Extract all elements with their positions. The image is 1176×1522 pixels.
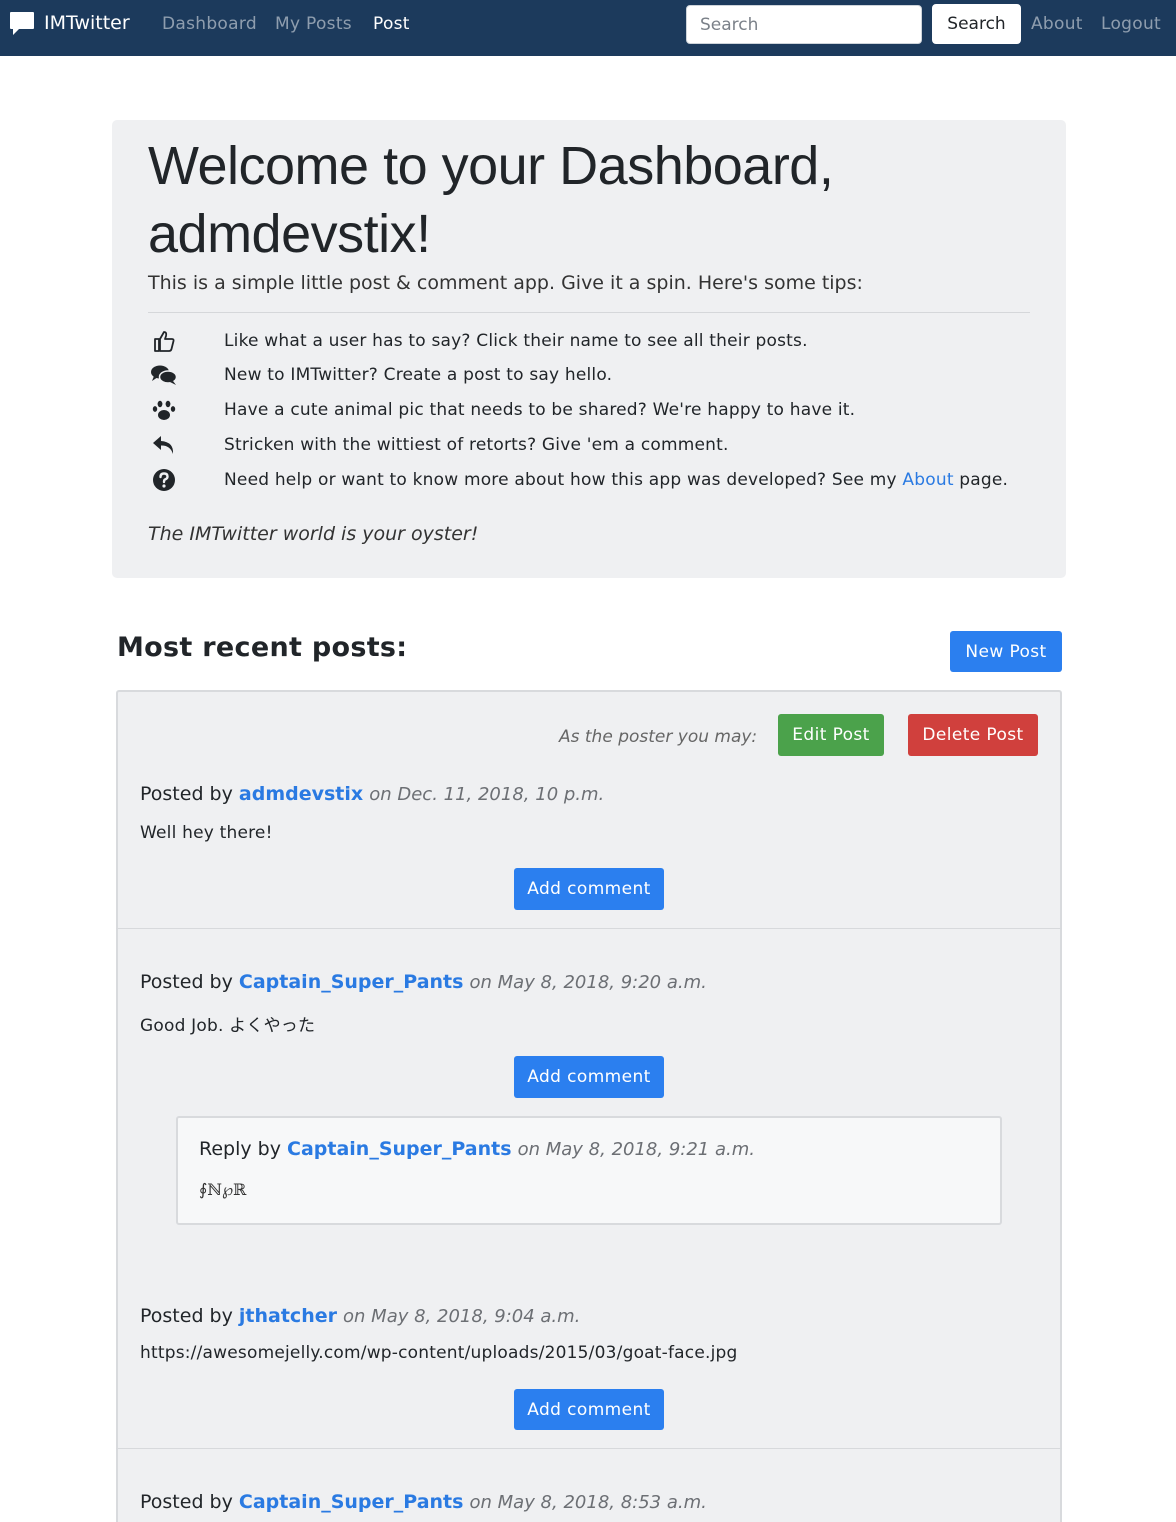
tip-text: Need help or want to know more about how…: [224, 470, 1009, 490]
recent-posts-heading: Most recent posts:: [117, 632, 408, 663]
thumbs-up-icon: [148, 327, 180, 355]
post-date: on May 8, 2018, 8:53 a.m.: [469, 1492, 707, 1513]
reply-author-link[interactable]: Captain_Super_Pants: [287, 1138, 512, 1160]
page-title: Welcome to your Dashboard, admdevstix!: [148, 136, 834, 264]
comments-icon: [148, 361, 180, 389]
reply-card: [176, 1116, 1002, 1225]
nav-logout[interactable]: Logout: [1101, 14, 1161, 34]
question-circle-icon: [148, 466, 180, 494]
tip-text: Have a cute animal pic that needs to be …: [224, 400, 856, 420]
post-divider: [116, 928, 1062, 929]
reply-header: Reply by Captain_Super_Pants on May 8, 2…: [199, 1138, 755, 1160]
reply-body: ∮ℕ℘ℝ: [199, 1180, 247, 1199]
post-author-link[interactable]: Captain_Super_Pants: [239, 971, 464, 993]
speech-bubble-icon: [8, 9, 36, 37]
tip-item: Like what a user has to say? Click their…: [148, 326, 808, 356]
paw-icon: [148, 396, 180, 424]
divider: [148, 312, 1030, 313]
welcome-jumbotron: Welcome to your Dashboard, admdevstix! T…: [112, 120, 1066, 578]
reply-date: on May 8, 2018, 9:21 a.m.: [517, 1139, 755, 1160]
add-comment-button[interactable]: Add comment: [514, 868, 664, 910]
post-author-link[interactable]: admdevstix: [239, 783, 363, 805]
delete-post-button[interactable]: Delete Post: [908, 714, 1038, 756]
tip-text: New to IMTwitter? Create a post to say h…: [224, 365, 613, 385]
search-input[interactable]: [686, 5, 922, 44]
post-date: on May 8, 2018, 9:20 a.m.: [469, 972, 707, 993]
tip-text: Stricken with the wittiest of retorts? G…: [224, 435, 729, 455]
post-date: on Dec. 11, 2018, 10 p.m.: [369, 784, 605, 805]
search-button[interactable]: Search: [932, 4, 1021, 44]
brand-link[interactable]: IMTwitter: [8, 8, 130, 38]
intro-lead: This is a simple little post & comment a…: [148, 272, 863, 294]
post-author-link[interactable]: Captain_Super_Pants: [239, 1491, 464, 1513]
tip-text: Like what a user has to say? Click their…: [224, 331, 808, 351]
edit-post-button[interactable]: Edit Post: [778, 714, 884, 756]
post-header: Posted by Captain_Super_Pants on May 8, …: [140, 1491, 707, 1513]
tip-item: New to IMTwitter? Create a post to say h…: [148, 360, 612, 390]
post-body: https://awesomejelly.com/wp-content/uplo…: [140, 1343, 738, 1363]
tip-item: Stricken with the wittiest of retorts? G…: [148, 430, 728, 460]
post-header: Posted by admdevstix on Dec. 11, 2018, 1…: [140, 783, 605, 805]
nav-dashboard[interactable]: Dashboard: [162, 14, 257, 34]
nav-post[interactable]: Post: [373, 14, 410, 34]
post-header: Posted by Captain_Super_Pants on May 8, …: [140, 971, 707, 993]
post-header: Posted by jthatcher on May 8, 2018, 9:04…: [140, 1305, 581, 1327]
post-author-link[interactable]: jthatcher: [239, 1305, 337, 1327]
tip-item: Have a cute animal pic that needs to be …: [148, 395, 855, 425]
post-date: on May 8, 2018, 9:04 a.m.: [343, 1306, 581, 1327]
new-post-button[interactable]: New Post: [950, 631, 1062, 672]
add-comment-button[interactable]: Add comment: [514, 1389, 664, 1430]
tagline: The IMTwitter world is your oyster!: [148, 523, 479, 545]
poster-note: As the poster you may:: [559, 727, 758, 747]
brand-name: IMTwitter: [44, 12, 130, 34]
top-navbar: IMTwitter Dashboard My Posts Post Search…: [0, 0, 1176, 56]
post-divider: [116, 1448, 1062, 1449]
post-body: Good Job. よくやった: [140, 1016, 316, 1036]
reply-icon: [148, 431, 180, 459]
about-page-link[interactable]: About: [902, 470, 953, 490]
post-body: Well hey there!: [140, 823, 273, 843]
nav-my-posts[interactable]: My Posts: [275, 14, 352, 34]
add-comment-button[interactable]: Add comment: [514, 1056, 664, 1098]
nav-about[interactable]: About: [1031, 14, 1083, 34]
tip-item: Need help or want to know more about how…: [148, 465, 1008, 495]
